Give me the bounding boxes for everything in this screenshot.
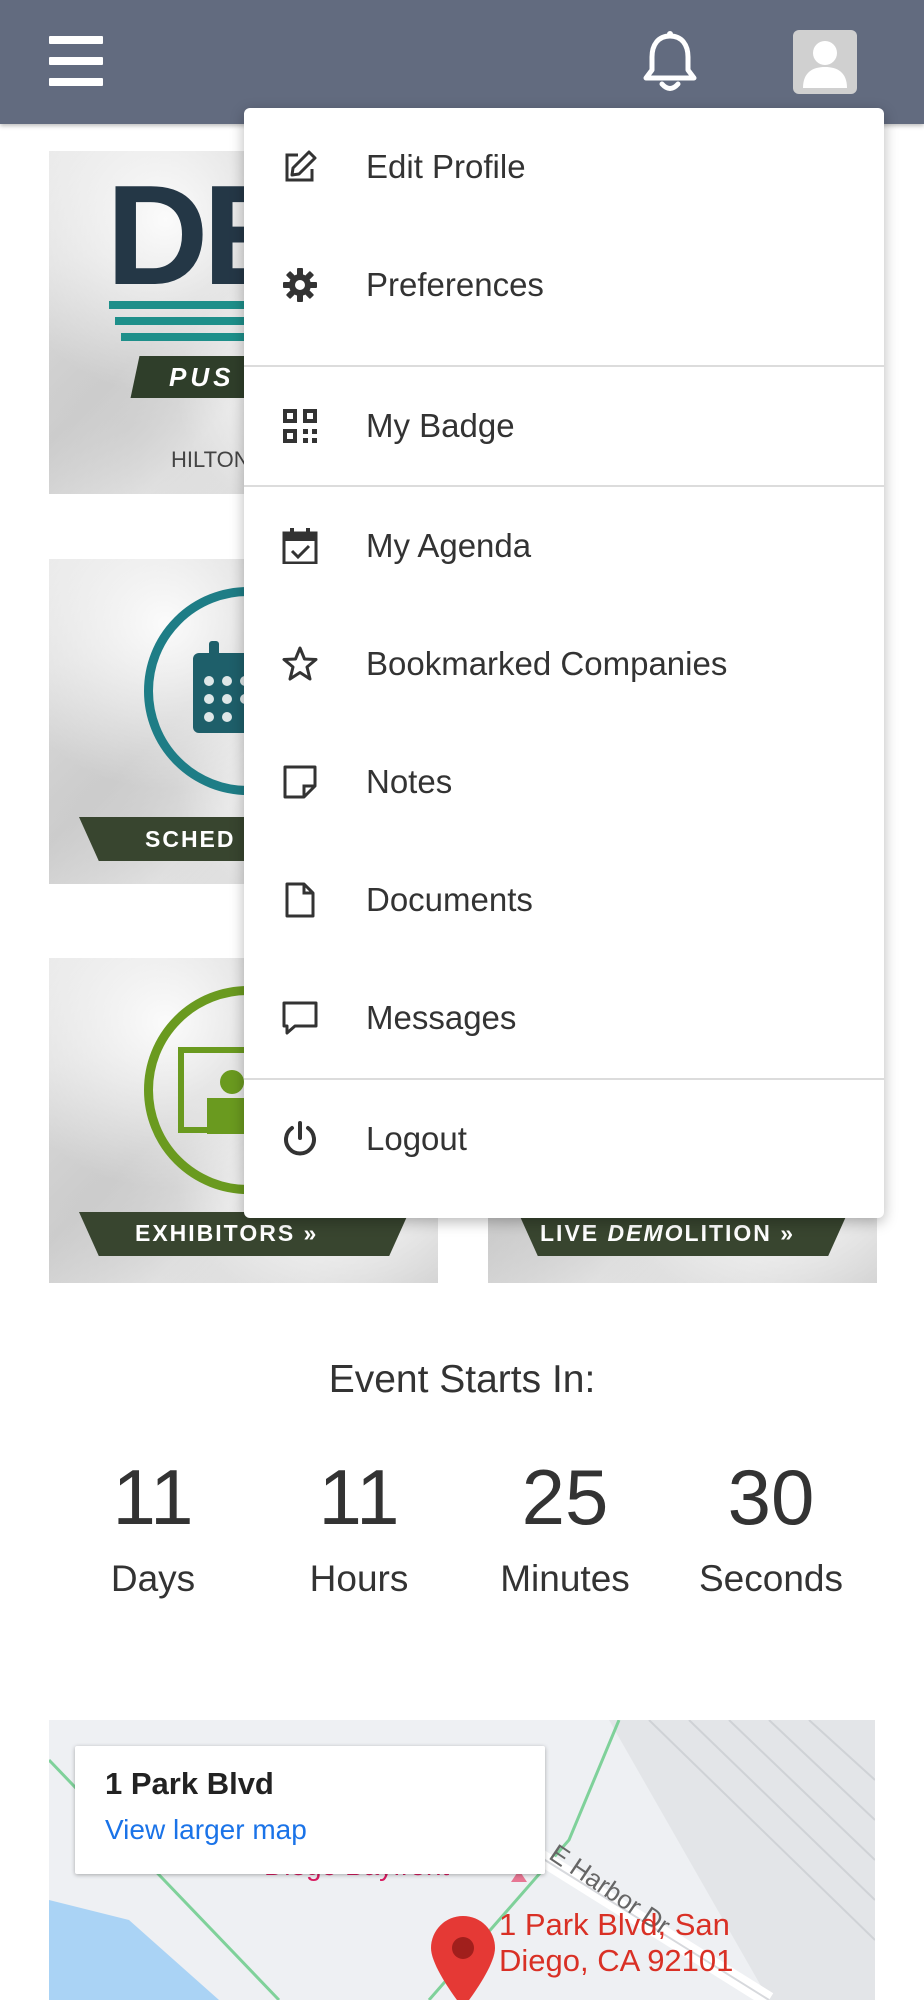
menu-item-label: Messages	[366, 999, 517, 1036]
countdown-label: Days	[110, 1558, 196, 1599]
view-larger-map-link[interactable]: View larger map	[105, 1814, 307, 1846]
menu-item-logout[interactable]: Logout	[244, 1080, 884, 1198]
power-icon	[282, 1121, 318, 1157]
menu-item-label: Documents	[366, 881, 533, 918]
countdown-value: 11	[112, 1453, 194, 1541]
countdown-label: Minutes	[500, 1558, 630, 1599]
menu-item-edit-profile[interactable]: Edit Profile	[244, 108, 884, 226]
menu-item-messages[interactable]: Messages	[244, 959, 884, 1077]
map-place-title: 1 Park Blvd	[105, 1766, 274, 1801]
menu-item-documents[interactable]: Documents	[244, 841, 884, 959]
menu-item-label: My Badge	[366, 407, 515, 444]
menu-item-label: My Agenda	[366, 527, 532, 564]
map-address-label: 1 Park Blvd, San Diego, CA 92101	[499, 1907, 733, 1979]
bell-icon[interactable]	[641, 30, 699, 94]
countdown-value: 30	[727, 1453, 815, 1541]
calendar-check-icon	[282, 528, 318, 565]
map-info-card: 1 Park Blvd View larger map	[75, 1746, 545, 1874]
top-bar	[0, 0, 924, 124]
menu-item-preferences[interactable]: Preferences	[244, 226, 884, 344]
note-icon	[282, 764, 318, 800]
menu-item-label: Notes	[366, 763, 453, 800]
map-address-line2: Diego, CA 92101	[499, 1943, 734, 1978]
logo-subtitle: HILTON	[171, 447, 250, 472]
countdown-label: Hours	[309, 1558, 409, 1599]
message-icon	[282, 1000, 318, 1036]
map-address-line1: 1 Park Blvd, San	[499, 1907, 730, 1942]
menu-item-notes[interactable]: Notes	[244, 723, 884, 841]
countdown-title: Event Starts In:	[328, 1358, 596, 1401]
countdown-value: 11	[318, 1453, 400, 1541]
countdown-value: 25	[521, 1453, 609, 1541]
demolition-banner-text: LIVE DEMOLITION »	[540, 1220, 796, 1246]
menu-item-label: Preferences	[366, 266, 544, 303]
star-icon	[282, 646, 318, 682]
menu-item-my-badge[interactable]: My Badge	[244, 367, 884, 485]
hamburger-menu-icon[interactable]	[49, 36, 103, 86]
menu-item-bookmarked-companies[interactable]: Bookmarked Companies	[244, 605, 884, 723]
logo-banner-text: PUS	[169, 362, 235, 392]
location-map[interactable]: Diego Bayfront E Harbor Dr 1 Park Blvd, …	[49, 1720, 875, 2000]
exhibitors-banner-text: EXHIBITORS »	[135, 1220, 319, 1246]
gear-icon	[282, 267, 318, 303]
menu-item-my-agenda[interactable]: My Agenda	[244, 487, 884, 605]
user-dropdown-menu: Edit Profile Preferences My Badge My Age…	[244, 108, 884, 1218]
menu-item-label: Logout	[366, 1120, 467, 1157]
user-avatar-icon[interactable]	[793, 30, 857, 94]
qr-code-icon	[282, 408, 318, 444]
menu-item-label: Edit Profile	[366, 148, 526, 185]
menu-item-label: Bookmarked Companies	[366, 645, 728, 682]
document-icon	[282, 882, 318, 918]
edit-icon	[282, 149, 318, 185]
schedule-banner-text: SCHED	[145, 826, 236, 852]
countdown-label: Seconds	[699, 1558, 843, 1599]
